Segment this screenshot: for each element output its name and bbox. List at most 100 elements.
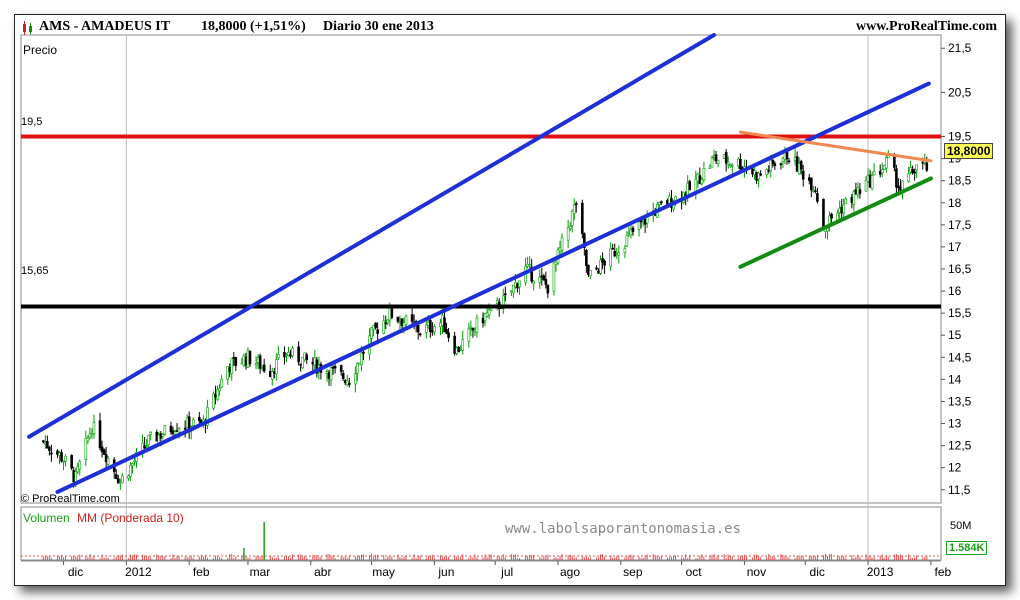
candle-body	[275, 359, 278, 375]
candle-body	[410, 314, 414, 322]
candle-body	[439, 322, 442, 328]
candle-body	[311, 361, 315, 365]
price-change: 18,8000 (+1,51%)	[201, 19, 306, 34]
candle-body	[856, 187, 860, 196]
candle-body	[814, 190, 817, 193]
candle-body	[262, 364, 266, 372]
x-tick-label: feb	[193, 565, 210, 579]
candle-body	[574, 203, 578, 205]
candle-body	[325, 371, 329, 375]
y-tick-label: 11,5	[948, 483, 971, 497]
candle-body	[597, 270, 600, 274]
y-tick-label: 15	[948, 328, 962, 342]
candle-body	[372, 324, 375, 330]
candle-body	[765, 169, 769, 176]
candle-body	[384, 322, 388, 325]
candle-body	[587, 264, 590, 275]
candle-body	[532, 281, 535, 284]
x-tick-label: oct	[686, 565, 703, 579]
candle-body	[218, 387, 221, 392]
candle-body	[121, 475, 124, 484]
candle-body	[70, 455, 73, 469]
symbol-title: AMS - AMADEUS IT	[39, 19, 171, 34]
candle-body	[277, 354, 280, 359]
x-tick-label: mar	[250, 565, 271, 579]
candle-body	[842, 204, 846, 214]
candle-body	[297, 346, 300, 363]
candle-body	[301, 356, 304, 369]
candle-body	[343, 380, 347, 384]
y-tick-label: 17,5	[948, 218, 972, 232]
y-tick-label: 17	[948, 240, 962, 254]
candle-body	[812, 190, 815, 192]
candle-body	[544, 279, 548, 285]
candle-body	[585, 250, 588, 266]
candle-body	[447, 332, 450, 338]
candle-body	[475, 317, 479, 333]
candle-body	[921, 161, 925, 164]
candle-body	[601, 258, 604, 263]
candle-body	[909, 167, 912, 173]
support-level-label: 15,65	[21, 265, 49, 277]
candle-body	[270, 371, 274, 380]
candle-body	[473, 329, 477, 332]
candle-body	[751, 168, 754, 175]
y-tick-label: 12	[948, 461, 962, 475]
candle-body	[388, 306, 392, 321]
candle-body	[356, 363, 359, 374]
candle-body	[62, 460, 65, 463]
candle-body	[858, 189, 862, 194]
candle-body	[581, 202, 584, 234]
candle-body	[779, 163, 783, 165]
candle-body	[724, 152, 728, 164]
candle-body	[424, 324, 428, 333]
candle-body	[850, 196, 854, 203]
candle-body	[273, 371, 276, 374]
y-tick-label: 19,5	[948, 130, 972, 144]
candle-body	[50, 452, 53, 455]
candle-body	[149, 432, 152, 435]
candle-body	[64, 455, 67, 462]
candle-body	[90, 433, 94, 436]
candle-body	[116, 478, 120, 484]
candle-body	[526, 263, 529, 267]
candle-body	[88, 433, 92, 438]
candle-body	[741, 167, 744, 169]
candle-body	[897, 185, 900, 189]
candle-body	[60, 452, 63, 462]
candle-body	[568, 225, 572, 229]
candle-body	[327, 372, 331, 379]
candle-body	[915, 164, 918, 171]
triangle-lower-line	[738, 176, 933, 269]
candle-body	[504, 293, 507, 296]
candle-body	[143, 445, 146, 449]
candle-body	[722, 154, 726, 159]
candle-body	[84, 438, 88, 460]
candle-body	[540, 275, 544, 278]
candle-body	[538, 276, 542, 283]
candle-body	[840, 206, 844, 214]
candle-body	[169, 425, 173, 433]
candle-body	[686, 182, 689, 196]
candle-body	[512, 284, 515, 294]
candle-body	[495, 300, 499, 304]
candle-body	[433, 326, 436, 332]
x-tick-label: 2013	[867, 565, 894, 579]
candle-body	[884, 157, 888, 169]
candle-body	[402, 322, 406, 329]
candle-body	[161, 434, 165, 437]
candle-body	[445, 329, 448, 334]
candle-body	[254, 363, 258, 366]
candle-body	[868, 174, 872, 188]
candle-body	[471, 328, 475, 331]
candle-body	[787, 160, 791, 163]
watermark: www.labolsaporantonomasia.es	[505, 521, 742, 537]
candle-body	[404, 315, 408, 325]
price-chart[interactable]: 21,520,519,51918,51817,51716,51615,51514…	[15, 15, 1005, 585]
candle-body	[260, 366, 264, 368]
candle-body	[726, 161, 730, 165]
candle-body	[331, 367, 335, 369]
candle-body	[864, 180, 868, 192]
candle-body	[830, 213, 833, 219]
candle-body	[698, 175, 702, 185]
